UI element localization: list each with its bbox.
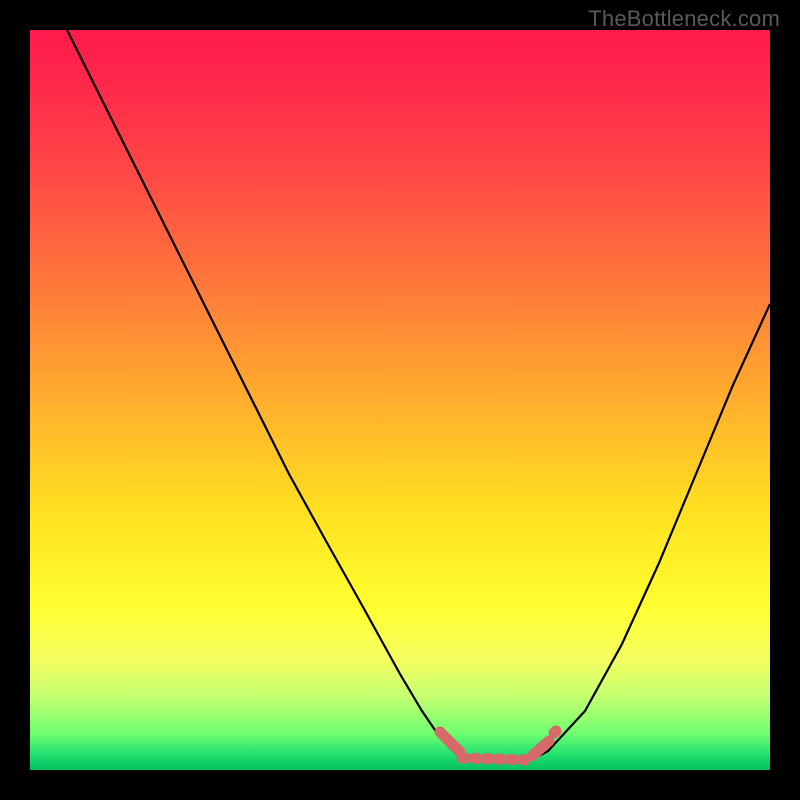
bottleneck-curve bbox=[30, 30, 770, 770]
curve-path bbox=[67, 30, 770, 761]
watermark-label: TheBottleneck.com bbox=[588, 6, 780, 32]
plot-area bbox=[30, 30, 770, 770]
flat-bottom-marker bbox=[440, 731, 556, 760]
chart-frame: TheBottleneck.com bbox=[0, 0, 800, 800]
